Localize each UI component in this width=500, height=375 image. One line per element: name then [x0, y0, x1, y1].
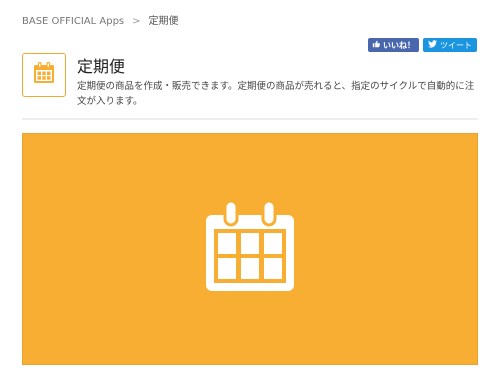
like-button[interactable]: いいね！ — [368, 38, 419, 52]
calendar-icon — [204, 199, 296, 297]
app-description: 定期便の商品を作成・販売できます。定期便の商品が売れると、指定のサイクルで自動的… — [77, 81, 475, 107]
thumbs-up-icon — [372, 40, 380, 50]
page-title: 定期便 — [77, 57, 126, 76]
calendar-icon — [32, 61, 56, 89]
breadcrumb-current: 定期便 — [148, 16, 179, 27]
breadcrumb-parent-link[interactable]: BASE OFFICIAL Apps — [22, 16, 124, 27]
breadcrumb-separator: > — [132, 16, 141, 27]
app-icon — [22, 53, 66, 97]
divider — [22, 118, 478, 120]
twitter-bird-icon — [428, 40, 437, 50]
like-label: いいね！ — [383, 40, 415, 50]
breadcrumb: BASE OFFICIAL Apps > 定期便 — [22, 12, 179, 27]
tweet-button[interactable]: ツイート — [423, 38, 477, 52]
social-buttons: いいね！ ツイート — [368, 38, 477, 52]
tweet-label: ツイート — [440, 40, 472, 50]
hero-image — [22, 133, 478, 365]
